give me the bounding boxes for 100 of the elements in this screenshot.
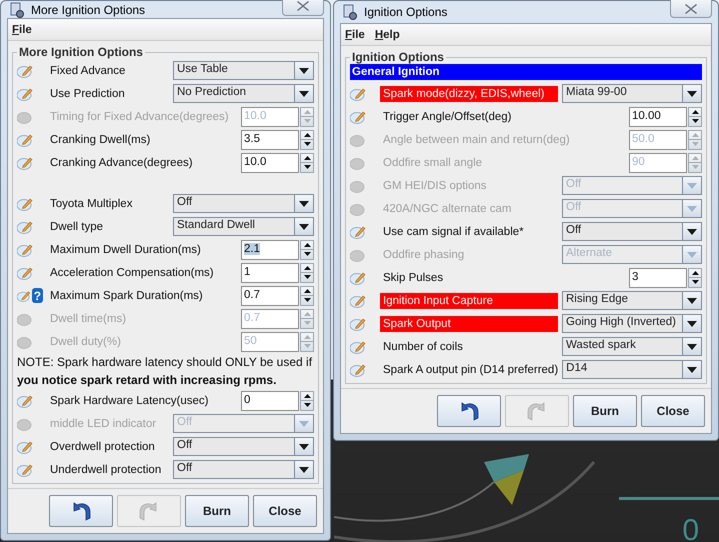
spin-up-icon: [692, 110, 698, 114]
spin-down-icon: [692, 119, 698, 124]
close-icon: [297, 1, 309, 11]
dropdown[interactable]: Rising Edge: [562, 291, 702, 310]
spin-down-icon: [692, 165, 698, 170]
pencil-note-icon: [17, 64, 33, 78]
dropdown-arrow-icon: [687, 182, 697, 188]
undo-button[interactable]: [49, 495, 113, 527]
dialog-button[interactable]: Burn: [573, 395, 637, 427]
dialog-button[interactable]: Close: [641, 395, 705, 427]
menu-item[interactable]: Help: [374, 28, 400, 40]
field-label: Dwell type: [49, 220, 104, 234]
close-button[interactable]: [670, 0, 712, 18]
field-label: middle LED indicator: [49, 416, 158, 432]
spin-down-icon: [692, 280, 698, 284]
spin-down-icon: [304, 252, 310, 256]
pencil-note-icon: [17, 132, 33, 146]
spin-up-icon: [304, 156, 310, 160]
app-icon: [342, 4, 358, 20]
pencil-note-icon: [17, 220, 33, 234]
gauge-reading: 0: [682, 514, 699, 542]
pencil-note-icon: [350, 340, 366, 354]
field-label: 420A/NGC alternate cam: [382, 202, 512, 216]
dropdown-arrow-icon: [299, 200, 309, 206]
pencil-note-icon: [17, 266, 33, 280]
spin-down-icon: [304, 344, 310, 348]
field-label: Oddfire small angle: [382, 156, 484, 170]
field-label: Acceleration Compensation(ms): [49, 266, 215, 280]
number-field[interactable]: 1: [241, 262, 299, 282]
dropdown[interactable]: D14: [562, 360, 702, 379]
field-label: Overdwell protection: [49, 440, 156, 454]
dropdown-arrow-icon: [687, 206, 697, 212]
undo-button[interactable]: [437, 395, 501, 427]
field-label: Number of coils: [382, 340, 464, 354]
dropdown-arrow-icon: [687, 252, 697, 258]
spin-down-icon: [304, 165, 310, 170]
pencil-note-icon: [17, 156, 33, 170]
dropdown-arrow-icon: [687, 344, 697, 350]
number-field[interactable]: 3: [629, 268, 687, 288]
dropdown-arrow-icon: [299, 444, 309, 450]
number-field[interactable]: 10.00: [629, 106, 687, 126]
spin-up-icon: [304, 394, 310, 398]
spin-up-icon: [304, 132, 310, 137]
dropdown[interactable]: Off: [173, 194, 314, 213]
dropdown-arrow-icon: [687, 298, 697, 304]
pencil-note-icon: [350, 294, 366, 308]
dropdown-arrow-icon: [299, 466, 309, 472]
pencil-note-icon: [350, 270, 366, 284]
dialog-button[interactable]: Burn: [185, 495, 249, 527]
dropdown[interactable]: Miata 99-00: [562, 84, 702, 103]
field-label: GM HEI/DIS options: [382, 178, 488, 194]
dropdown[interactable]: Wasted spark: [562, 337, 702, 356]
dropdown-arrow-icon: [687, 320, 697, 326]
note-icon: [17, 110, 33, 124]
number-field[interactable]: 2.1: [241, 240, 299, 260]
spin-down-icon: [304, 403, 310, 408]
field-label: Cranking Advance(degrees): [49, 156, 194, 170]
pencil-note-icon: [17, 462, 33, 476]
spin-up-icon: [304, 242, 310, 247]
dropdown[interactable]: Off: [173, 437, 314, 456]
spin-up-icon: [304, 110, 310, 114]
field-label: Angle between main and return(deg): [382, 132, 571, 148]
dropdown[interactable]: Standard Dwell: [173, 217, 314, 236]
pencil-note-icon: [17, 242, 33, 256]
dropdown[interactable]: Off: [173, 460, 314, 479]
note-text: NOTE: Spark hardware latency should ONLY be used if you notice spark retard with increasing rpms.: [17, 354, 314, 389]
dropdown[interactable]: Off: [562, 222, 702, 241]
dropdown-arrow-icon: [299, 420, 309, 426]
number-field[interactable]: 0: [241, 390, 299, 410]
spin-down-icon: [692, 142, 698, 146]
dropdown-arrow-icon: [687, 366, 698, 372]
dropdown[interactable]: No Prediction: [173, 84, 314, 103]
pencil-note-icon: [350, 86, 366, 100]
spin-up-icon: [692, 270, 698, 275]
field-label: Maximum Spark Duration(ms): [49, 288, 204, 304]
spin-up-icon: [304, 312, 310, 316]
pencil-note-icon: [350, 362, 366, 376]
spin-up-icon: [304, 266, 310, 270]
menu-item[interactable]: File: [345, 28, 365, 40]
spin-down-icon: [304, 298, 310, 302]
help-button[interactable]: ?: [32, 288, 43, 303]
number-field[interactable]: 3.5: [241, 130, 299, 150]
dropdown[interactable]: Use Table: [173, 61, 314, 80]
dropdown[interactable]: Going High (Inverted): [562, 314, 702, 333]
number-field[interactable]: 0.7: [241, 286, 299, 306]
field-label: Fixed Advance: [49, 64, 126, 78]
close-button[interactable]: [282, 0, 324, 16]
number-field[interactable]: 10.0: [241, 152, 299, 172]
pencil-note-icon: [350, 110, 366, 124]
pencil-note-icon: [17, 440, 33, 454]
note-icon: [350, 202, 366, 216]
section-header: General Ignition: [350, 64, 702, 80]
spin-down-icon: [304, 275, 310, 280]
spin-up-icon: [304, 334, 310, 339]
pencil-note-icon: [17, 86, 33, 100]
menu-item[interactable]: File: [12, 24, 32, 36]
pencil-note-icon: [17, 394, 33, 408]
dialog-button[interactable]: Close: [253, 495, 317, 527]
note-icon: [350, 248, 366, 262]
field-label: Toyota Multiplex: [49, 196, 134, 212]
